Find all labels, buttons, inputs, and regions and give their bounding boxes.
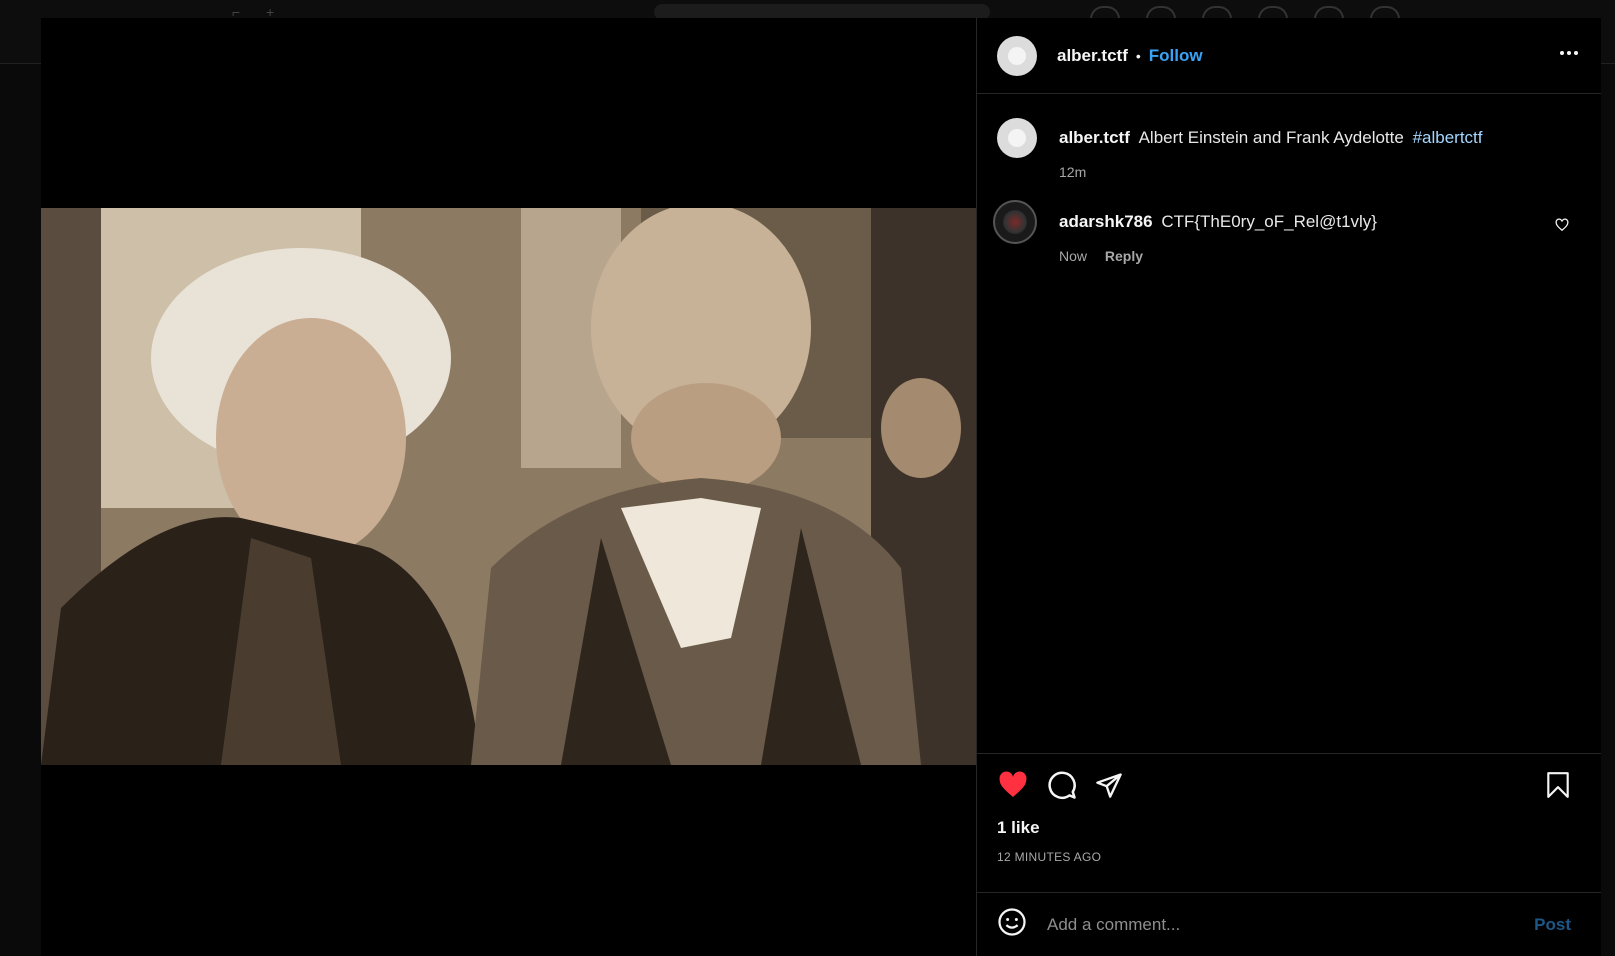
- comment-username[interactable]: adarshk786: [1059, 212, 1153, 231]
- reply-button[interactable]: Reply: [1105, 248, 1143, 264]
- post-photo[interactable]: [41, 208, 976, 765]
- post-side-panel: alber.tctf • Follow alber.tctf Albert Ei…: [977, 18, 1601, 956]
- comment-like-heart-icon[interactable]: [1555, 218, 1569, 237]
- comments-list: alber.tctf Albert Einstein and Frank Ayd…: [977, 94, 1601, 753]
- post-comment-button[interactable]: Post: [1534, 915, 1571, 935]
- post-modal: alber.tctf • Follow alber.tctf Albert Ei…: [41, 18, 1601, 956]
- caption-author-avatar[interactable]: [997, 118, 1037, 158]
- caption-text: Albert Einstein and Frank Aydelotte: [1138, 128, 1404, 147]
- caption-username[interactable]: alber.tctf: [1059, 128, 1130, 147]
- commenter-avatar[interactable]: [993, 200, 1037, 244]
- comment-icon[interactable]: [1047, 770, 1077, 805]
- comment-input[interactable]: [1045, 913, 1535, 936]
- author-username[interactable]: alber.tctf: [1057, 46, 1128, 66]
- likes-count[interactable]: 1 like: [997, 818, 1581, 838]
- post-media: [41, 18, 977, 956]
- separator-dot: •: [1135, 47, 1141, 64]
- follow-button[interactable]: Follow: [1149, 46, 1203, 66]
- add-comment-bar: Post: [977, 892, 1601, 956]
- post-timestamp: 12 MINUTES AGO: [997, 850, 1102, 864]
- comment-item: adarshk786 CTF{ThE0ry_oF_Rel@t1vly} Now …: [993, 200, 1581, 264]
- bookmark-icon[interactable]: [1545, 771, 1571, 804]
- photo-illustration: [41, 208, 976, 765]
- send-icon[interactable]: [1095, 771, 1123, 804]
- emoji-icon[interactable]: [997, 907, 1027, 942]
- comment-text: CTF{ThE0ry_oF_Rel@t1vly}: [1161, 212, 1377, 231]
- more-options-icon[interactable]: [1557, 41, 1581, 71]
- caption: alber.tctf Albert Einstein and Frank Ayd…: [997, 114, 1581, 180]
- caption-hashtag[interactable]: #albertctf: [1413, 128, 1483, 147]
- comment-time: Now: [1059, 248, 1088, 264]
- caption-time: 12m: [1059, 164, 1087, 180]
- post-actions: 1 like 12 MINUTES AGO: [977, 753, 1601, 892]
- author-avatar[interactable]: [997, 35, 1037, 76]
- post-header: alber.tctf • Follow: [977, 18, 1601, 94]
- heart-icon[interactable]: [997, 769, 1029, 806]
